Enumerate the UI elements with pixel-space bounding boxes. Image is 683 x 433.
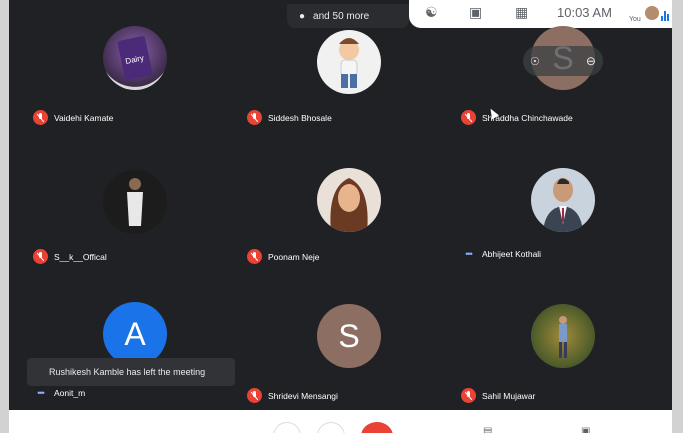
avatar-letter: S [338,317,360,354]
participant-name-row: Siddesh Bhosale [247,110,332,125]
activities-icon[interactable]: ▦ [515,4,528,21]
tile-hover-controls: ☉ ⊖ [523,46,603,76]
participant-name: S__k__Offical [54,251,107,262]
participant-name: Vaidehi Kamate [54,112,114,123]
participant-avatar [531,304,595,368]
left-meeting-notification: Rushikesh Kamble has left the meeting [27,358,235,386]
mic-off-icon [247,110,262,125]
participant-name-row: ••• Abhijeet Kothali [461,249,541,259]
participant-name: Poonam Neje [268,251,320,262]
mic-off-icon [461,110,476,125]
camera-toggle-button[interactable] [317,422,345,433]
present-icon[interactable]: ▣ [581,426,590,433]
participants-more-label: and 50 more [313,10,370,22]
participant-avatar: A [103,302,167,366]
mic-off-icon [247,249,262,264]
mic-toggle-button[interactable] [273,422,301,433]
you-label: You [629,16,641,23]
leave-call-button[interactable] [361,422,393,433]
mic-off-icon [33,249,48,264]
participant-avatar: Dairy [103,26,167,90]
clock-time: 10:03 AM [557,5,612,20]
participant-name-row: Shridevi Mensangi [247,388,338,403]
participant-name: Abhijeet Kothali [482,249,542,259]
self-avatar[interactable] [645,6,659,20]
captions-icon[interactable]: ▤ [483,426,492,433]
participant-name: Shridevi Mensangi [268,390,338,401]
participant-name-row: Sahil Mujawar [461,388,535,403]
participant-avatar [531,168,595,232]
pin-icon[interactable]: ☉ [530,55,540,68]
participant-name-row: ••• Aonit_m [33,388,85,398]
mic-off-icon [247,388,262,403]
remove-icon[interactable]: ⊖ [586,54,596,68]
avatar-letter: A [124,315,146,352]
mic-off-icon [461,388,476,403]
participant-avatar [103,170,167,234]
chat-icon[interactable]: ▣ [469,4,482,21]
participant-avatar [317,30,381,94]
participant-name-row: Shraddha Chinchawade [461,110,573,125]
participant-name-row: Vaidehi Kamate [33,110,113,125]
audio-level-icon [661,9,671,21]
mic-off-icon [33,110,48,125]
participant-name: Siddesh Bhosale [268,112,332,123]
meeting-stage: ● and 50 more ☯ ▣ ▦ 10:03 AM You Dairy V… [9,0,672,410]
participant-avatar: S [317,304,381,368]
notification-text: Rushikesh Kamble has left the meeting [49,367,206,377]
top-toolbar: ☯ ▣ ▦ 10:03 AM You [409,0,672,28]
participant-name-row: S__k__Offical [33,249,107,264]
people-icon: ● [299,10,306,22]
participant-name: Aonit_m [54,388,86,398]
speaking-indicator-icon: ••• [465,249,472,259]
participant-name-row: Poonam Neje [247,249,320,264]
bottom-control-bar: ▤ ▣ [9,410,672,433]
people-list-icon[interactable]: ☯ [425,4,438,21]
speaking-indicator-icon: ••• [37,388,44,398]
participant-name: Sahil Mujawar [482,390,536,401]
participant-avatar [317,168,381,232]
participants-overflow-pill[interactable]: ● and 50 more [287,4,409,28]
